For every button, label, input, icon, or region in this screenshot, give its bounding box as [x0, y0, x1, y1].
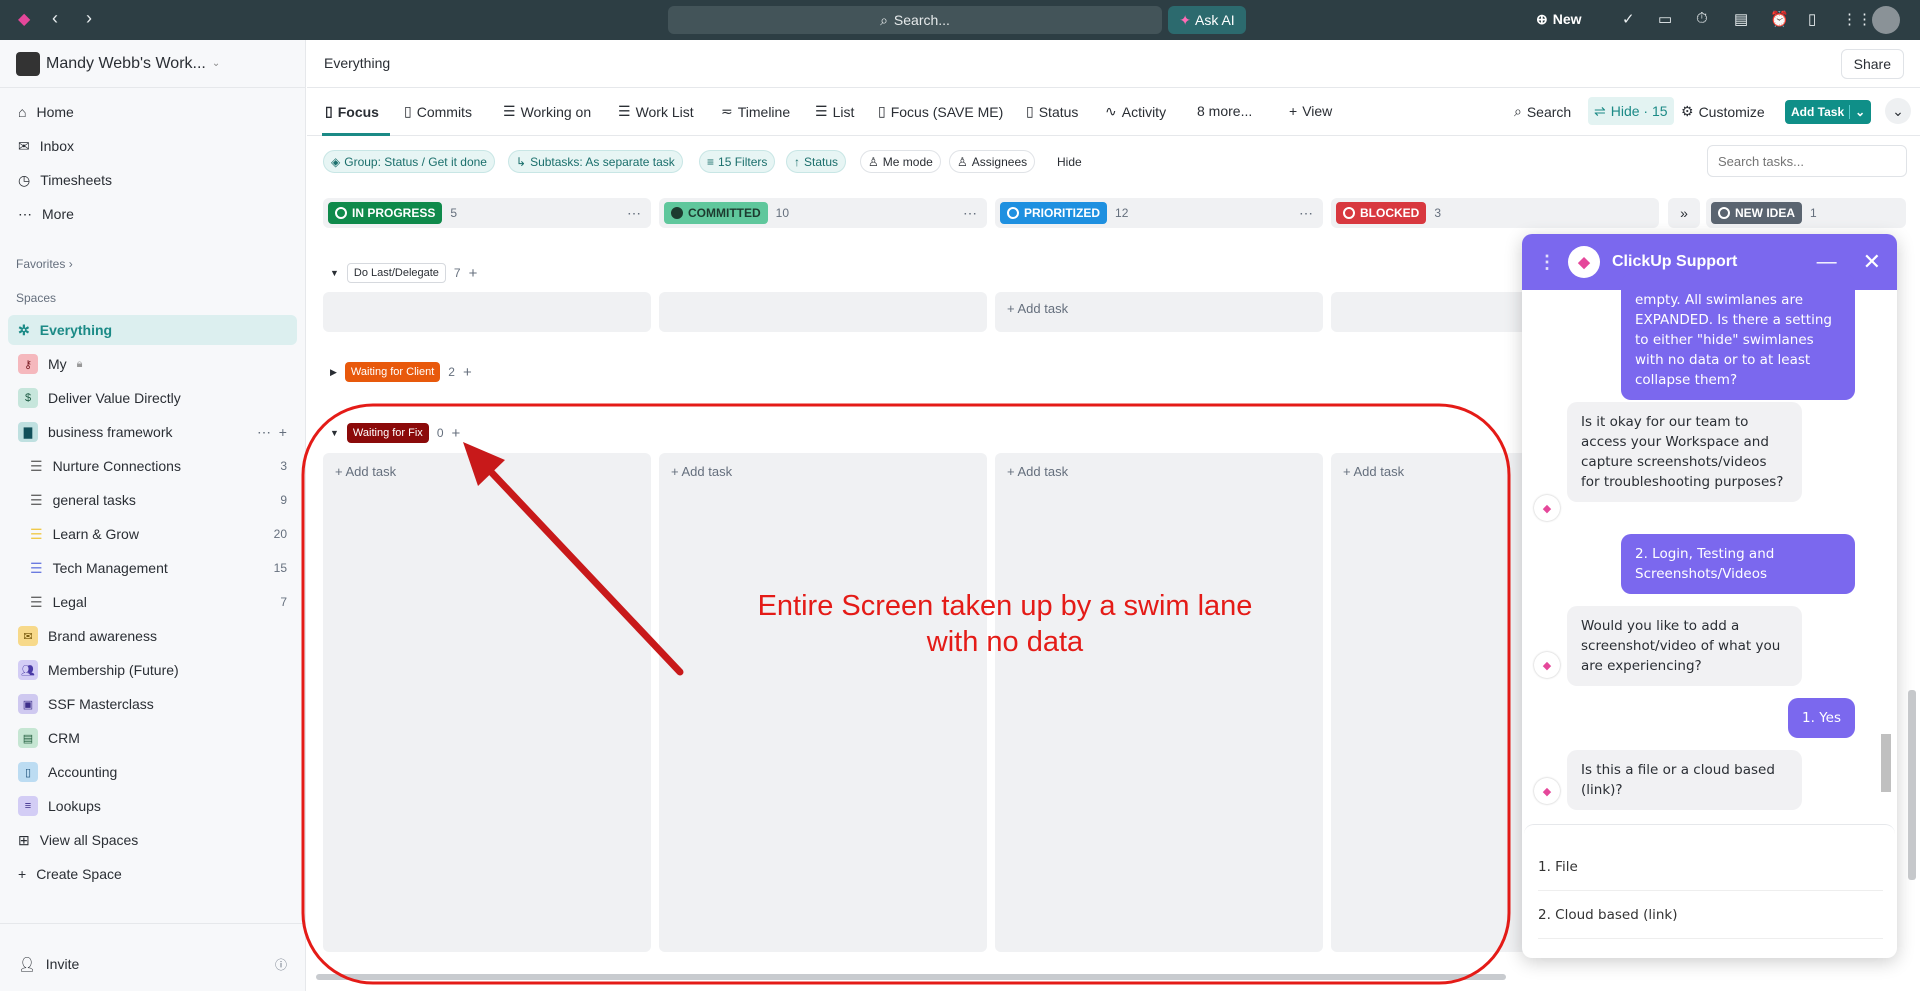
bot-message: Is this a file or a cloud based (link)?	[1567, 750, 1802, 810]
chat-title: ClickUp Support	[1612, 253, 1738, 270]
quick-reply-option[interactable]: 2. Cloud based (link)	[1538, 891, 1883, 939]
close-icon[interactable]: ✕	[1863, 249, 1881, 275]
bot-message: Is it okay for our team to access your W…	[1567, 402, 1802, 502]
bot-avatar: ◆	[1534, 778, 1560, 804]
bot-avatar: ◆	[1534, 652, 1560, 678]
annotation-line: Entire Screen taken up by a swim lane	[757, 590, 1253, 622]
user-message: 2. Login, Testing and Screenshots/Videos	[1621, 534, 1855, 594]
chat-scrollbar[interactable]	[1881, 734, 1891, 792]
quick-reply-options: 1. File 2. Cloud based (link)	[1524, 824, 1895, 958]
bot-message: Would you like to add a screenshot/video…	[1567, 606, 1802, 686]
annotation-line: with no data	[926, 626, 1084, 658]
annotation-outline	[301, 403, 1511, 985]
annotation-text: Entire Screen taken up by a swim lane wit…	[640, 588, 1370, 660]
user-message: 1. Yes	[1788, 698, 1855, 738]
user-message: empty. All swimlanes are EXPANDED. Is th…	[1621, 274, 1855, 400]
kebab-menu-icon[interactable]: ⋮	[1538, 252, 1556, 273]
minimize-icon[interactable]: —	[1817, 251, 1837, 274]
quick-reply-option[interactable]: 1. File	[1538, 843, 1883, 891]
support-chat-panel: ⋮ ◆ ClickUp Support — ✕ empty. All swiml…	[1522, 234, 1897, 958]
bot-avatar: ◆	[1534, 495, 1560, 521]
clickup-logo-icon: ◆	[1568, 246, 1600, 278]
page-scrollbar[interactable]	[1908, 690, 1916, 880]
